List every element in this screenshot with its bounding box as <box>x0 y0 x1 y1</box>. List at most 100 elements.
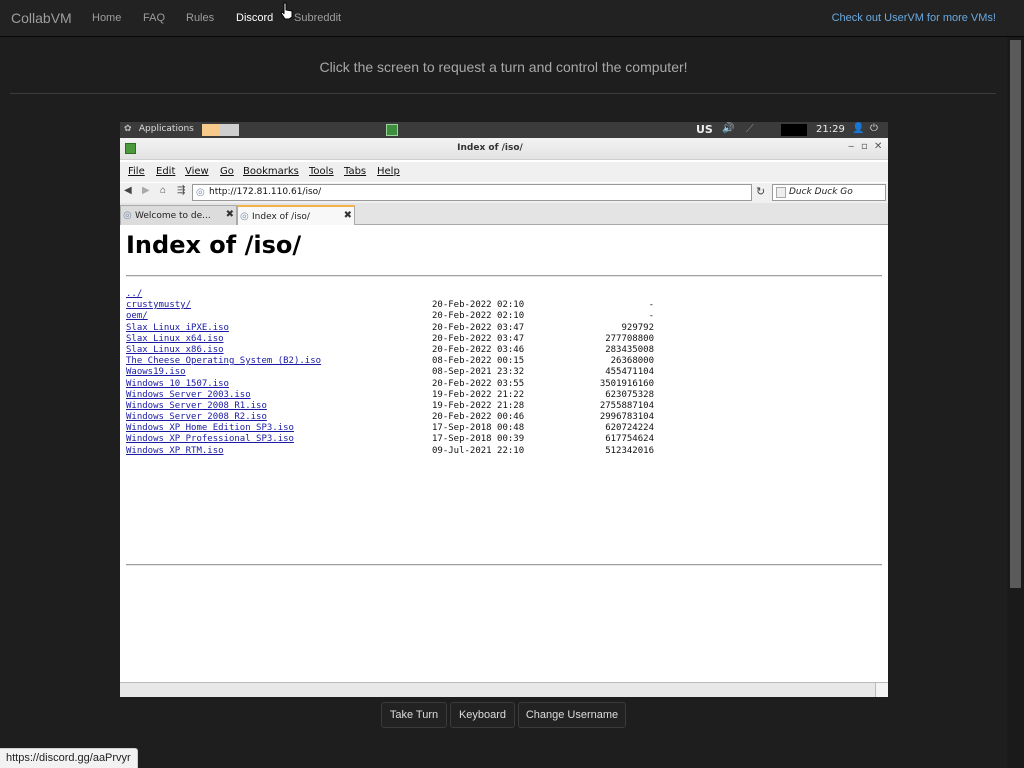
volume-icon[interactable]: 🔊 <box>722 123 734 134</box>
applications-label: Applications <box>138 124 194 134</box>
network-icon[interactable]: ⟋ <box>746 122 754 136</box>
file-size: 277708800 <box>605 333 654 344</box>
taskbar-item-1[interactable] <box>202 124 220 136</box>
file-link[interactable]: Windows XP RTM.iso <box>126 446 224 457</box>
search-placeholder: Duck Duck Go <box>789 187 853 197</box>
menu-tabs[interactable]: Tabs <box>344 166 366 177</box>
menu-edit[interactable]: Edit <box>156 166 175 177</box>
turn-prompt: Click the screen to request a turn and c… <box>319 59 688 75</box>
file-size: 455471104 <box>605 367 654 378</box>
window-title: Index of /iso/ <box>457 143 523 153</box>
back-icon[interactable]: ◀ <box>124 185 132 196</box>
file-date: 20-Feb-2022 03:47 <box>432 322 525 333</box>
file-date: 17-Sep-2018 00:48 <box>432 423 525 434</box>
user-icon[interactable]: 👤 <box>852 123 864 134</box>
browser-navbar: ◀ ▶ ⌂ ⇶ ◎ http://172.81.110.61/iso/ ↻ Du… <box>120 183 888 203</box>
file-link[interactable]: crustymusty/ <box>126 300 191 311</box>
close-icon[interactable]: ✕ <box>874 141 882 152</box>
take-turn-button[interactable]: Take Turn <box>381 702 447 728</box>
nav-rules[interactable]: Rules <box>186 12 214 24</box>
globe-icon: ◎ <box>123 210 132 221</box>
tab-welcome[interactable]: ◎ Welcome to de... ✖ <box>120 205 237 225</box>
menu-view[interactable]: View <box>185 166 209 177</box>
file-date: 09-Jul-2021 22:10 <box>432 445 525 456</box>
file-date: 20-Feb-2022 03:47 <box>432 333 525 344</box>
file-size: 512342016 <box>605 445 654 456</box>
tab-label: Welcome to de... <box>135 211 211 221</box>
close-tab-icon[interactable]: ✖ <box>344 210 352 221</box>
file-link[interactable]: Slax Linux x86.iso <box>126 345 224 356</box>
clock[interactable]: 21:29 <box>816 124 845 135</box>
file-link[interactable]: Windows Server 2008 R2.iso <box>126 412 267 423</box>
scroll-corner <box>875 683 888 697</box>
window-titlebar[interactable]: Index of /iso/ ‒ ▫ ✕ <box>120 138 888 160</box>
page-content: Index of /iso/ ../crustymusty/20-Feb-202… <box>120 226 888 682</box>
file-size: - <box>648 311 654 322</box>
file-link[interactable]: ../ <box>126 289 142 300</box>
reload-icon[interactable]: ↻ <box>756 185 765 198</box>
file-link[interactable]: oem/ <box>126 311 148 322</box>
close-tab-icon[interactable]: ✖ <box>226 209 234 220</box>
vm-screen[interactable]: ✿ Applications US 🔊 ⟋ 21:29 👤 ⏻ Index of… <box>120 122 888 697</box>
keyboard-layout[interactable]: US <box>696 123 713 136</box>
file-link[interactable]: Windows XP Home Edition SP3.iso <box>126 423 294 434</box>
file-link[interactable]: Windows XP Professional SP3.iso <box>126 434 294 445</box>
file-date: 20-Feb-2022 03:55 <box>432 378 525 389</box>
file-date: 20-Feb-2022 02:10 <box>432 300 525 311</box>
file-date: 08-Sep-2021 23:32 <box>432 367 525 378</box>
file-link[interactable]: The Cheese Operating System (B2).iso <box>126 356 321 367</box>
top-navbar: CollabVM Home FAQ Rules Discord Subreddi… <box>0 0 1024 37</box>
menu-bookmarks[interactable]: Bookmarks <box>243 166 299 177</box>
menu-file[interactable]: File <box>128 166 145 177</box>
file-link[interactable]: Slax Linux iPXE.iso <box>126 323 229 334</box>
taskbar-item-2[interactable] <box>220 124 239 136</box>
file-date: 17-Sep-2018 00:39 <box>432 434 525 445</box>
minimize-icon[interactable]: ‒ <box>848 141 854 152</box>
file-link[interactable]: Slax Linux x64.iso <box>126 334 224 345</box>
menu-help[interactable]: Help <box>377 166 400 177</box>
nav-subreddit[interactable]: Subreddit <box>294 12 341 24</box>
file-link[interactable]: Windows Server 2008 R1.iso <box>126 401 267 412</box>
browser-tabbar: ◎ Welcome to de... ✖ ◎ Index of /iso/ ✖ <box>120 203 888 225</box>
hand-cursor-icon <box>280 2 293 20</box>
search-input[interactable]: Duck Duck Go <box>772 184 886 201</box>
url-input[interactable]: ◎ http://172.81.110.61/iso/ <box>192 184 752 201</box>
globe-icon: ◎ <box>196 187 205 198</box>
file-link[interactable]: Windows 10 1507.iso <box>126 379 229 390</box>
home-icon[interactable]: ⌂ <box>160 185 166 196</box>
forward-icon[interactable]: ▶ <box>142 185 150 196</box>
file-link[interactable]: Windows Server 2003.iso <box>126 390 251 401</box>
update-tray-icon[interactable] <box>386 124 398 136</box>
change-username-button[interactable]: Change Username <box>518 702 626 728</box>
tab-index-iso[interactable]: ◎ Index of /iso/ ✖ <box>237 205 355 225</box>
divider <box>10 93 996 94</box>
tray-box <box>781 124 807 136</box>
file-size: 623075328 <box>605 389 654 400</box>
brand-link[interactable]: CollabVM <box>11 10 72 26</box>
file-size: 2996783104 <box>599 412 654 423</box>
applications-menu[interactable]: ✿ Applications <box>124 124 194 134</box>
file-date: 08-Feb-2022 00:15 <box>432 356 525 367</box>
menu-go[interactable]: Go <box>220 166 234 177</box>
nav-faq[interactable]: FAQ <box>143 12 165 24</box>
page-scrollbar-thumb[interactable] <box>1010 40 1021 588</box>
file-date: 20-Feb-2022 03:46 <box>432 344 525 355</box>
maximize-icon[interactable]: ▫ <box>861 141 868 152</box>
keyboard-button[interactable]: Keyboard <box>450 702 515 728</box>
divider <box>126 564 882 566</box>
file-size: 26368000 <box>610 356 654 367</box>
file-date: 19-Feb-2022 21:28 <box>432 400 525 411</box>
horizontal-scrollbar[interactable] <box>120 682 888 697</box>
file-link[interactable]: Waows19.iso <box>126 367 186 378</box>
url-text: http://172.81.110.61/iso/ <box>209 187 322 197</box>
stop-icon[interactable]: ⇶ <box>177 185 185 196</box>
file-size: 929792 <box>621 322 654 333</box>
menu-tools[interactable]: Tools <box>309 166 334 177</box>
file-size: 620724224 <box>605 423 654 434</box>
uservm-link[interactable]: Check out UserVM for more VMs! <box>832 12 996 24</box>
nav-home[interactable]: Home <box>92 12 121 24</box>
file-date: 20-Feb-2022 02:10 <box>432 311 525 322</box>
logout-icon[interactable]: ⏻ <box>870 123 878 134</box>
file-date: 20-Feb-2022 00:46 <box>432 412 525 423</box>
nav-discord[interactable]: Discord <box>236 12 273 24</box>
